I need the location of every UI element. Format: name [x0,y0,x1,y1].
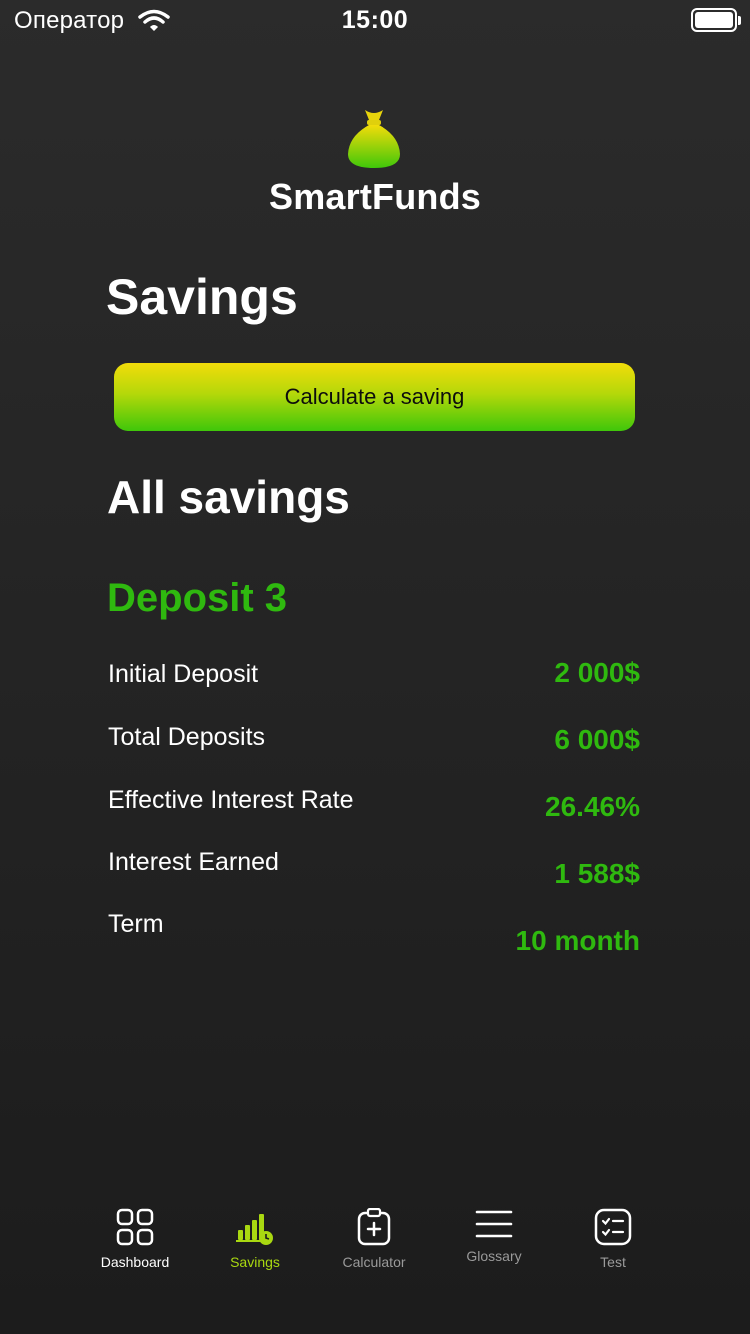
tab-calculator-label: Calculator [342,1254,406,1270]
initial-deposit-value: 2 000$ [554,657,640,688]
tab-savings-label: Savings [230,1254,280,1270]
total-deposits-value: 6 000$ [554,724,640,755]
tab-dashboard[interactable]: Dashboard [75,1190,195,1290]
status-bar: Оператор 15:00 [0,0,750,42]
tab-bar: Dashboard Savings Calculator Glossary Te… [0,1190,750,1300]
money-bag-icon [345,108,403,170]
bar-chart-clock-icon [236,1214,273,1245]
tab-glossary[interactable]: Glossary [434,1190,554,1290]
term-label: Term [108,910,164,938]
calculate-saving-button[interactable]: Calculate a saving [114,363,635,431]
tab-test-label: Test [600,1254,626,1270]
menu-lines-icon [475,1210,513,1238]
tab-dashboard-label: Dashboard [100,1254,170,1270]
initial-deposit-label: Initial Deposit [108,660,259,688]
brand-name: SmartFunds [268,176,482,217]
status-time: 15:00 [341,6,409,34]
page-title: Savings [106,269,298,325]
battery-icon [691,8,741,32]
section-title: All savings [107,471,350,523]
term-value: 10 month [515,925,640,956]
tab-calculator[interactable]: Calculator [314,1190,434,1290]
effective-rate-value: 26.46% [545,791,640,822]
interest-earned-value: 1 588$ [554,858,640,889]
deposit-name: Deposit 3 [107,576,288,620]
total-deposits-label: Total Deposits [108,723,266,751]
effective-rate-label: Effective Interest Rate [108,786,354,814]
tab-test[interactable]: Test [553,1190,673,1290]
checklist-icon [594,1208,632,1246]
interest-earned-label: Interest Earned [108,848,279,876]
grid-icon [116,1208,154,1246]
tab-glossary-label: Glossary [466,1248,522,1264]
tab-savings[interactable]: Savings [195,1190,315,1290]
clipboard-plus-icon [357,1208,391,1246]
